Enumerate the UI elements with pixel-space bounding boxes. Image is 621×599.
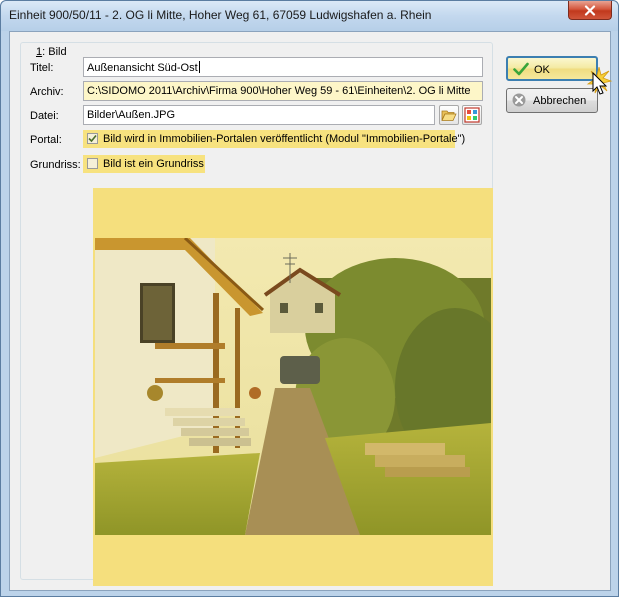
picture-group: 1: Bild Titel: Außenansicht Süd-Ost Arch…	[20, 42, 493, 586]
folder-open-icon	[441, 110, 457, 121]
mouse-pointer-icon	[586, 67, 613, 95]
grundriss-checkbox-row[interactable]: Bild ist ein Grundriss	[83, 155, 205, 173]
close-icon	[584, 4, 596, 16]
house-photo	[95, 238, 491, 535]
titel-input[interactable]: Außenansicht Süd-Ost	[83, 57, 483, 77]
window-title: Einheit 900/50/11 - 2. OG li Mitte, Hohe…	[9, 8, 432, 22]
checkmark-icon	[88, 134, 97, 143]
titel-value: Außenansicht Süd-Ost	[87, 62, 198, 74]
grundriss-label: Grundriss:	[30, 159, 81, 171]
portal-checkbox-row[interactable]: Bild wird in Immobilien-Portalen veröffe…	[83, 130, 465, 148]
archiv-field[interactable]: C:\SIDOMO 2011\Archiv\Firma 900\Hoher We…	[83, 81, 483, 101]
group-legend-text: : Bild	[42, 46, 67, 58]
group-legend: 1: Bild	[33, 46, 70, 58]
title-bar[interactable]: Einheit 900/50/11 - 2. OG li Mitte, Hohe…	[1, 1, 618, 31]
portal-text: Bild wird in Immobilien-Portalen veröffe…	[103, 133, 466, 145]
portal-label: Portal:	[30, 134, 62, 146]
x-icon	[512, 93, 526, 107]
titel-label: Titel:	[30, 62, 54, 74]
image-icon	[464, 107, 480, 123]
close-button[interactable]	[568, 1, 612, 20]
datei-input[interactable]: Bilder\Außen.JPG	[83, 105, 435, 125]
ok-label: OK	[534, 64, 550, 76]
grundriss-checkbox[interactable]	[87, 158, 98, 169]
checkmark-icon	[513, 62, 529, 76]
browse-button[interactable]	[439, 105, 459, 125]
dialog-window: Einheit 900/50/11 - 2. OG li Mitte, Hohe…	[0, 0, 619, 597]
image-preview-panel	[93, 188, 493, 586]
cancel-label: Abbrechen	[533, 95, 587, 107]
portal-checkbox[interactable]	[87, 133, 98, 144]
archiv-value: C:\SIDOMO 2011\Archiv\Firma 900\Hoher We…	[87, 85, 471, 97]
archiv-label: Archiv:	[30, 86, 64, 98]
datei-value: Bilder\Außen.JPG	[87, 109, 176, 121]
text-cursor	[198, 61, 200, 73]
picture-button[interactable]	[462, 105, 482, 125]
dialog-body: 1: Bild Titel: Außenansicht Süd-Ost Arch…	[9, 31, 611, 591]
datei-label: Datei:	[30, 110, 59, 122]
grundriss-text: Bild ist ein Grundriss	[103, 158, 204, 170]
